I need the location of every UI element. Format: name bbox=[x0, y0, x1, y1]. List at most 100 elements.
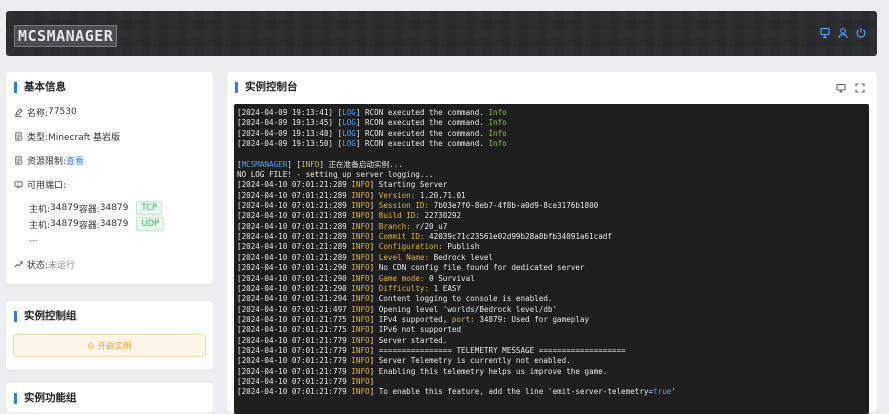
terminal-tag: INFO bbox=[351, 294, 370, 304]
terminal-timestamp: [2024-04-10 07:01:21:779 bbox=[237, 356, 352, 366]
protocol-tag-udp: UDP bbox=[136, 217, 165, 231]
terminal-tag: INFO bbox=[351, 366, 370, 376]
port-host-value: 34879 bbox=[50, 203, 79, 213]
terminal-tag: INFO bbox=[351, 356, 370, 366]
terminal-text: ] RCON executed the command. bbox=[355, 139, 489, 149]
terminal-tag: LOG bbox=[342, 128, 356, 138]
status-value: 未运行 bbox=[48, 260, 76, 271]
terminal-timestamp: [2024-04-10 07:01:21:497 bbox=[237, 304, 352, 314]
console-title: 实例控制台 bbox=[235, 82, 298, 93]
document-icon bbox=[14, 155, 23, 165]
terminal-timestamp: [2024-04-10 07:01:21:289 bbox=[237, 211, 352, 221]
terminal-text: ] Starting Server bbox=[369, 180, 448, 190]
terminal-tag: INFO bbox=[351, 376, 370, 386]
terminal-line: [MCSMANAGER] [INFO] 正在准备启动实例... bbox=[237, 160, 866, 170]
app-logo[interactable]: MCSMANAGER bbox=[14, 25, 118, 47]
terminal-timestamp: [2024-04-10 07:01:21:775 bbox=[237, 314, 352, 324]
terminal-value: 7b03e7f0-8eb7-4f8b-a0d9-8ce3176b1800 bbox=[433, 201, 599, 211]
terminal-timestamp: [2024-04-09 19:13:48] [ bbox=[237, 128, 343, 138]
terminal-text: ] bbox=[369, 283, 379, 293]
terminal-timestamp: [2024-04-10 07:01:21:779 bbox=[237, 345, 352, 355]
port-container-value: 34879 bbox=[99, 203, 129, 213]
fullscreen-icon[interactable] bbox=[855, 83, 865, 93]
terminal-value: r/20_u7 bbox=[415, 221, 448, 231]
terminal-text: ' bbox=[671, 387, 676, 397]
terminal-tag: INFO bbox=[351, 263, 370, 273]
terminal-text: ] Server Telemetry is currently not enab… bbox=[369, 356, 571, 366]
console-card: 实例控制台 [2024-04-09 19:13:41] [LOG] RCON e… bbox=[227, 72, 877, 414]
port-container-label: 容器: bbox=[78, 220, 100, 231]
terminal-line: NO LOG FILE! - setting up server logging… bbox=[237, 170, 866, 180]
terminal-tag: INFO bbox=[351, 345, 370, 355]
port-row-udp: 主机: 34879 容器: 34879 UDP bbox=[29, 217, 209, 231]
port-row-tcp: 主机: 34879 容器: 34879 TCP bbox=[29, 201, 209, 215]
terminal-text: ] Server started. bbox=[369, 335, 448, 345]
terminal-timestamp: [2024-04-10 07:01:21:289 bbox=[237, 201, 352, 211]
user-icon[interactable] bbox=[837, 27, 849, 39]
info-list: 名称: 77530 类型: Minecraft 基岩版 资源限制: 查看 可用端… bbox=[14, 106, 209, 282]
terminal-text: ] RCON executed the command. bbox=[355, 128, 489, 138]
terminal-key: Build ID: bbox=[378, 211, 425, 221]
terminal-line: [2024-04-09 19:13:50] [LOG] RCON execute… bbox=[237, 139, 866, 149]
terminal-value: 1 EASY bbox=[433, 283, 462, 293]
console-tools bbox=[836, 83, 865, 93]
instance-control-title: 实例控制组 bbox=[14, 311, 77, 322]
terminal-timestamp: [2024-04-10 07:01:21:289 bbox=[237, 252, 352, 262]
start-instance-label: 开启实例 bbox=[97, 341, 132, 352]
terminal-timestamp: [2024-04-10 07:01:21:289 bbox=[237, 242, 352, 252]
terminal-line: [2024-04-10 07:01:21:289 INFO] Level Nam… bbox=[237, 253, 866, 263]
terminal-tag: INFO bbox=[351, 190, 370, 200]
terminal-tag: MCSMANAGER bbox=[241, 159, 288, 169]
terminal-timestamp: [2024-04-10 07:01:21:289 bbox=[237, 180, 352, 190]
server-icon[interactable] bbox=[819, 27, 831, 39]
terminal-key: Commit ID: bbox=[378, 232, 430, 242]
terminal-line: [2024-04-10 07:01:21:289 INFO] Configura… bbox=[237, 242, 866, 252]
resource-view-link[interactable]: 查看 bbox=[66, 154, 84, 167]
port-host-value: 34879 bbox=[50, 219, 79, 229]
instance-functions-title: 实例功能组 bbox=[14, 393, 77, 404]
start-instance-button[interactable]: ◎ 开启实例 bbox=[13, 334, 206, 357]
terminal-text: ] bbox=[369, 242, 379, 252]
edit-icon bbox=[14, 107, 23, 117]
terminal-timestamp: [2024-04-10 07:01:21:779 bbox=[237, 387, 352, 397]
terminal-line: [2024-04-10 07:01:21:779 INFO] Enabling … bbox=[237, 367, 866, 377]
monitor-icon[interactable] bbox=[836, 83, 846, 93]
instance-control-card: 实例控制组 ◎ 开启实例 bbox=[6, 301, 213, 370]
port-container-label: 容器: bbox=[78, 204, 100, 215]
document-icon bbox=[14, 131, 23, 141]
terminal-text: ] No CDN config file found for dedicated… bbox=[369, 263, 585, 273]
terminal-text: ] RCON executed the command. bbox=[355, 118, 489, 128]
terminal-tag: INFO bbox=[351, 221, 370, 231]
terminal-text: ] Content logging to console is enabled. bbox=[369, 294, 553, 304]
terminal-text: ] 正在准备启动实例... bbox=[319, 159, 403, 169]
terminal-line: [2024-04-10 07:01:21:779 INFO] Server st… bbox=[237, 336, 866, 346]
terminal-line: [2024-04-10 07:01:21:294 INFO] Content l… bbox=[237, 294, 866, 304]
terminal-tag: INFO bbox=[351, 180, 370, 190]
terminal-tag: LOG bbox=[342, 139, 356, 149]
terminal-tag: INFO bbox=[351, 252, 370, 262]
terminal-key: Configuration: bbox=[378, 242, 448, 252]
terminal-line: [2024-04-10 07:01:21:289 INFO] Build ID:… bbox=[237, 211, 866, 221]
terminal-text: ] bbox=[369, 232, 379, 242]
terminal-tag: INFO bbox=[351, 283, 370, 293]
power-icon[interactable] bbox=[855, 27, 867, 39]
terminal-timestamp: [2024-04-10 07:01:21:779 bbox=[237, 366, 352, 376]
terminal-line: [2024-04-10 07:01:21:289 INFO] Starting … bbox=[237, 180, 866, 190]
terminal-text: : Used for gameplay bbox=[502, 314, 590, 324]
terminal-timestamp: [2024-04-10 07:01:21:294 bbox=[237, 294, 352, 304]
console-terminal[interactable]: [2024-04-09 19:13:41] [LOG] RCON execute… bbox=[234, 104, 869, 414]
name-label: 名称: bbox=[27, 108, 49, 119]
terminal-text: ] To enable this feature, add the line '… bbox=[369, 387, 654, 397]
terminal-timestamp: [2024-04-09 19:13:41] [ bbox=[237, 108, 343, 117]
terminal-text: ] bbox=[369, 190, 379, 200]
terminal-text: ] [ bbox=[287, 159, 302, 169]
terminal-value: Publish bbox=[447, 242, 480, 252]
info-resource-row: 资源限制: 查看 bbox=[14, 154, 209, 167]
terminal-key: Game mode: bbox=[378, 273, 430, 283]
terminal-timestamp: [2024-04-10 07:01:21:775 bbox=[237, 325, 352, 335]
protocol-tag-tcp: TCP bbox=[136, 201, 163, 215]
terminal-timestamp: [2024-04-10 07:01:21:289 bbox=[237, 221, 352, 231]
terminal-value: true bbox=[653, 387, 672, 397]
terminal-timestamp: [2024-04-09 19:13:50] [ bbox=[237, 139, 343, 149]
